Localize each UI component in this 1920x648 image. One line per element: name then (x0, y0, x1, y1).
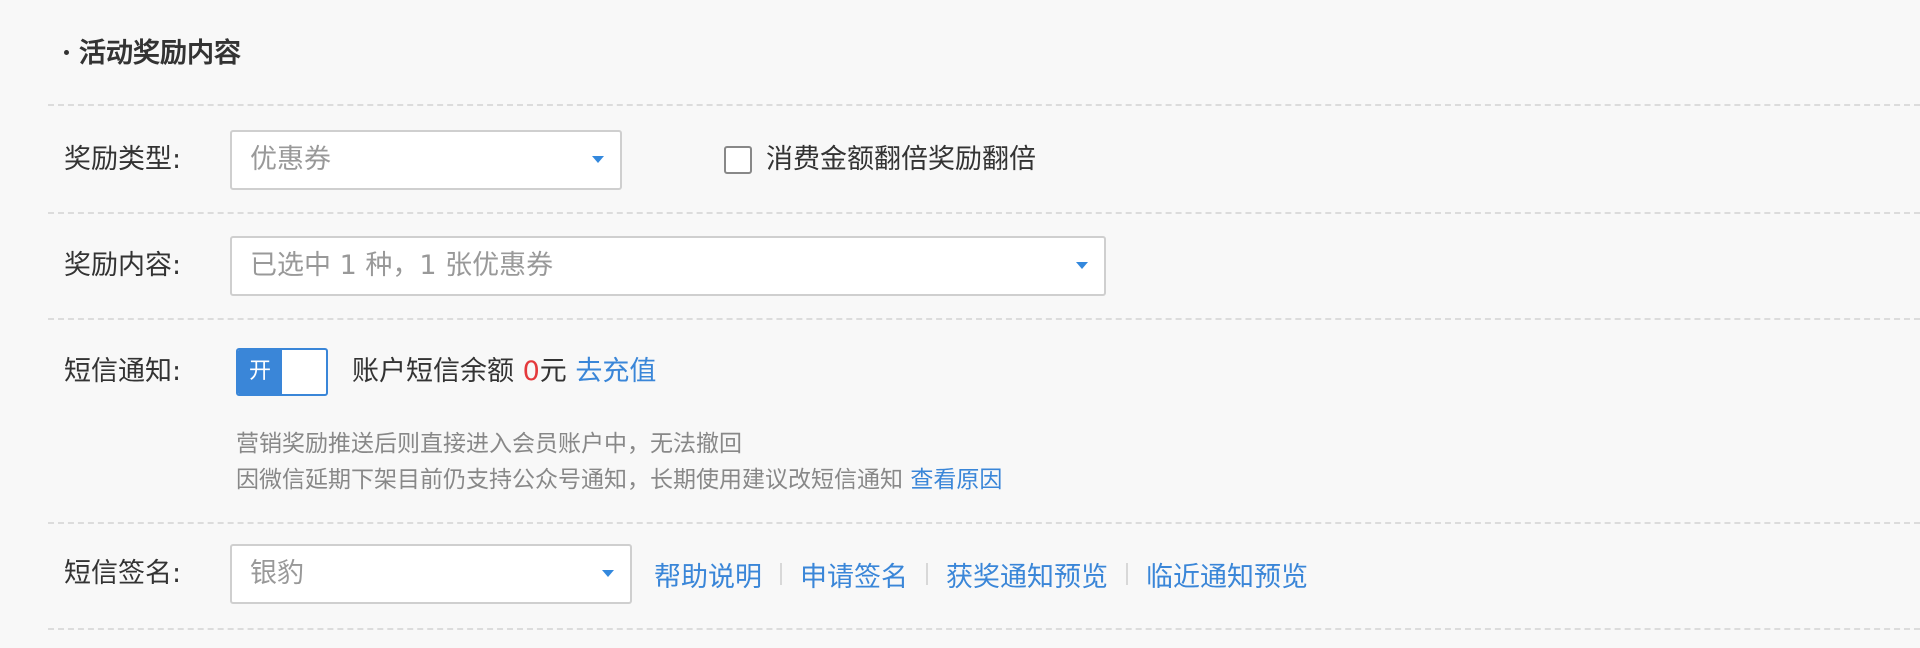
sms-signature-links: 帮助说明 申请签名 获奖通知预览 临近通知预览 (654, 555, 1308, 594)
view-reason-link[interactable]: 查看原因 (910, 467, 1002, 493)
chevron-down-icon (592, 156, 604, 163)
recharge-link[interactable]: 去充值 (575, 356, 656, 387)
chevron-down-icon (1076, 262, 1088, 269)
help-link[interactable]: 帮助说明 (654, 555, 762, 594)
sms-balance-info: 账户短信余额 0元 去充值 (352, 354, 656, 390)
win-notice-preview-link[interactable]: 获奖通知预览 (946, 555, 1108, 594)
sms-signature-select[interactable]: 银豹 (230, 544, 632, 604)
divider (48, 522, 1920, 524)
reward-content-label: 奖励内容: (64, 250, 182, 281)
apply-signature-link[interactable]: 申请签名 (800, 555, 908, 594)
divider (48, 212, 1920, 214)
sms-signature-label: 短信签名: (64, 558, 182, 589)
divider (48, 318, 1920, 320)
link-separator (926, 563, 928, 585)
double-reward-label: 消费金额翻倍奖励翻倍 (766, 144, 1036, 175)
link-separator (780, 563, 782, 585)
bullet-dot-icon (64, 50, 69, 55)
section-title: 活动奖励内容 (64, 36, 241, 72)
reward-content-select[interactable]: 已选中 1 种，1 张优惠券 (230, 236, 1106, 296)
sms-balance-amount: 0 (522, 356, 540, 387)
toggle-on-label: 开 (238, 350, 282, 394)
divider (48, 628, 1920, 630)
sms-hint-line2: 因微信延期下架目前仍支持公众号通知，长期使用建议改短信通知 查看原因 (236, 464, 1002, 496)
reward-type-value: 优惠券 (250, 144, 331, 175)
sms-balance-prefix: 账户短信余额 (352, 356, 523, 387)
near-notice-preview-link[interactable]: 临近通知预览 (1146, 555, 1308, 594)
reward-content-value: 已选中 1 种，1 张优惠券 (250, 250, 554, 281)
section-title-text: 活动奖励内容 (79, 38, 241, 69)
reward-type-label: 奖励类型: (64, 144, 182, 175)
reward-type-select[interactable]: 优惠券 (230, 130, 622, 190)
chevron-down-icon (602, 570, 614, 577)
link-separator (1126, 563, 1128, 585)
double-reward-option[interactable]: 消费金额翻倍奖励翻倍 (724, 142, 1036, 178)
sms-notify-toggle[interactable]: 开 (236, 348, 328, 396)
sms-balance-unit: 元 (539, 356, 567, 387)
sms-hint-line2-text: 因微信延期下架目前仍支持公众号通知，长期使用建议改短信通知 (236, 467, 911, 493)
divider (48, 104, 1920, 106)
sms-signature-value: 银豹 (250, 558, 304, 589)
sms-notify-label: 短信通知: (64, 356, 182, 387)
double-reward-checkbox[interactable] (724, 146, 752, 174)
sms-hint-line1: 营销奖励推送后则直接进入会员账户中，无法撤回 (236, 431, 742, 457)
